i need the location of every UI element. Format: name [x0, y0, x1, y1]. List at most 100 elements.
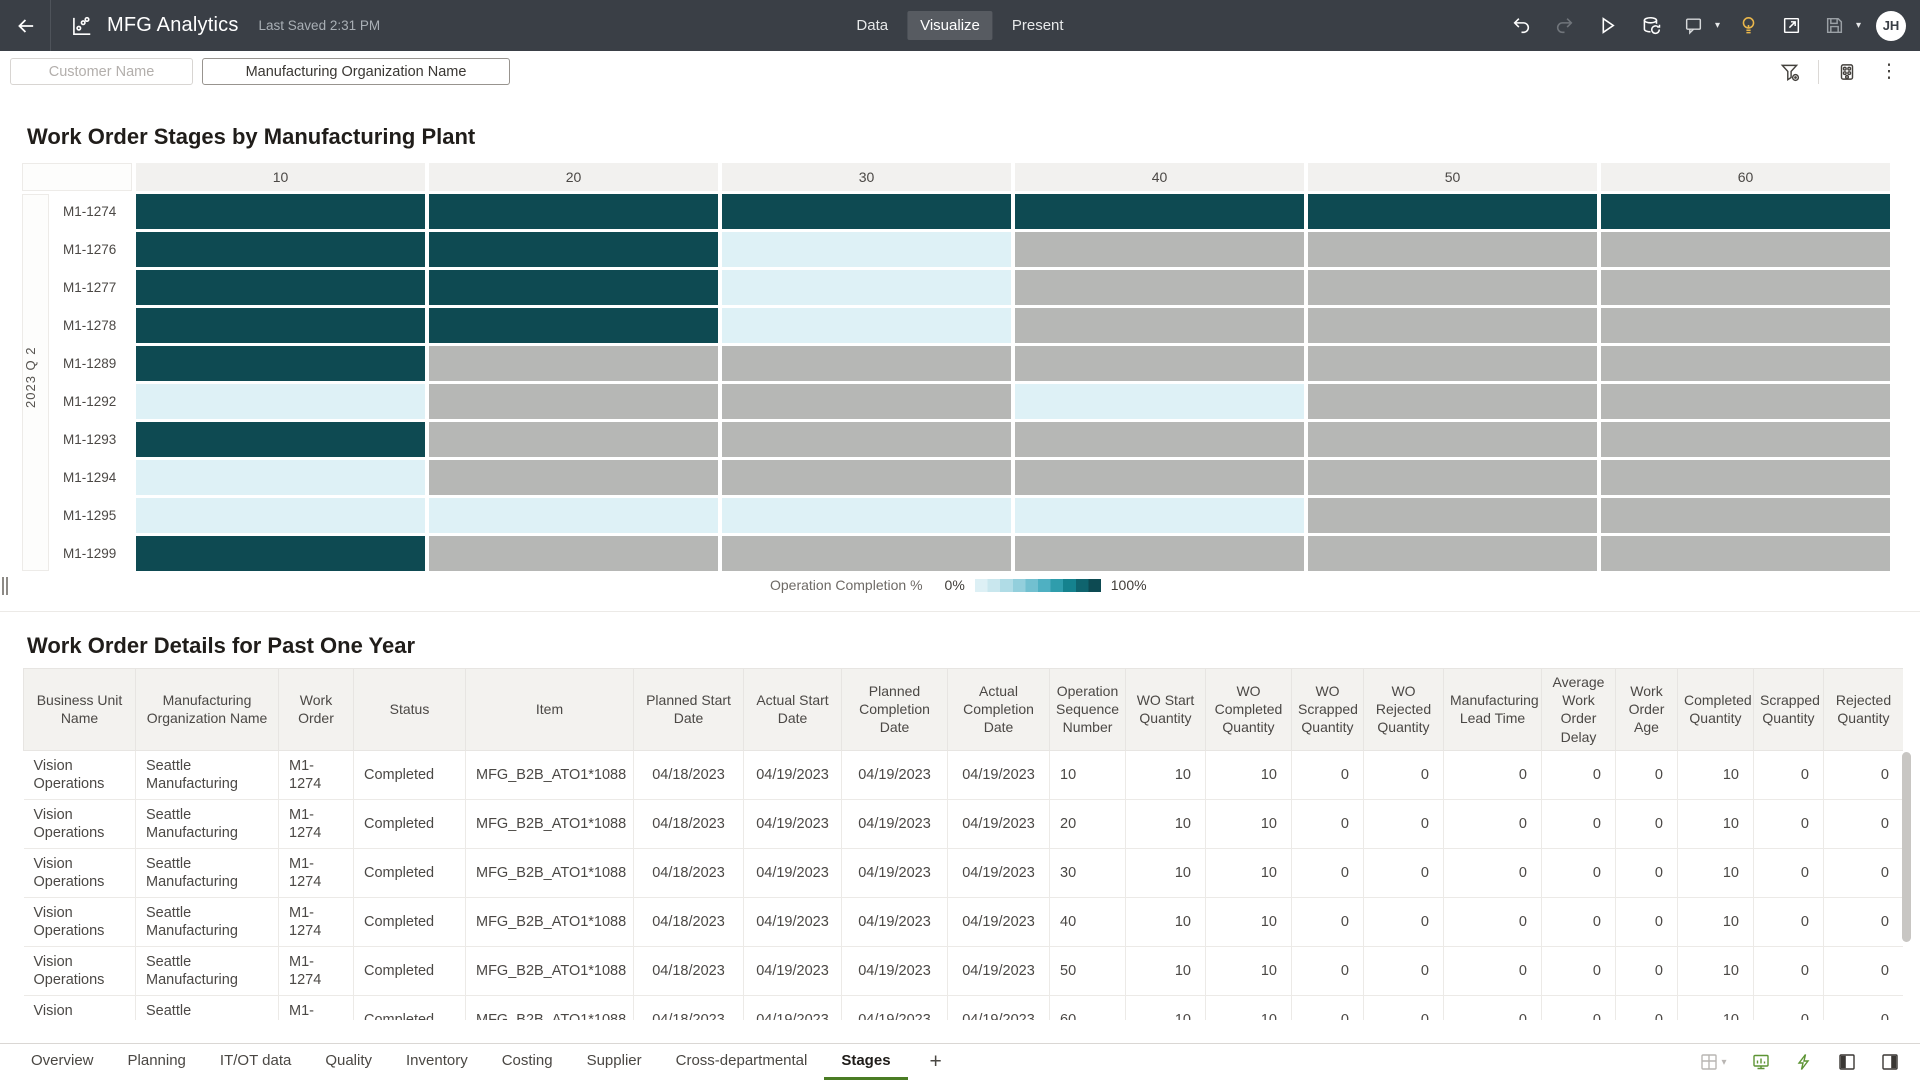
heatmap-cell[interactable]	[429, 346, 718, 381]
heatmap-cell[interactable]	[1308, 308, 1597, 343]
heatmap-cell[interactable]	[1601, 498, 1890, 533]
column-header[interactable]: Operation Sequence Number	[1049, 668, 1126, 751]
column-header[interactable]: Actual Completion Date	[947, 668, 1050, 751]
add-canvas-icon[interactable]: +	[930, 1044, 942, 1080]
filter-chip-manufacturing-organization-name[interactable]: Manufacturing Organization Name	[202, 58, 510, 85]
heatmap-cell[interactable]	[1601, 346, 1890, 381]
save-caret-icon[interactable]: ▾	[1856, 20, 1861, 31]
heatmap-cell[interactable]	[722, 422, 1011, 457]
heatmap-cell[interactable]	[429, 498, 718, 533]
column-header[interactable]: WO Rejected Quantity	[1363, 668, 1444, 751]
table-row[interactable]: Vision OperationsSeattle ManufacturingM1…	[23, 799, 1903, 849]
column-header[interactable]: Manufacturing Lead Time	[1443, 668, 1542, 751]
save-icon[interactable]	[1821, 12, 1849, 40]
canvas-layout-icon[interactable]: ▾	[1694, 1048, 1732, 1076]
heatmap-cell[interactable]	[136, 194, 425, 229]
heatmap-cell[interactable]	[136, 346, 425, 381]
column-header[interactable]: Work Order	[278, 668, 354, 751]
heatmap-cell[interactable]	[136, 422, 425, 457]
canvas-tab-inventory[interactable]: Inventory	[389, 1044, 485, 1080]
mode-tab-visualize[interactable]: Visualize	[907, 11, 993, 40]
heatmap-cell[interactable]	[1601, 308, 1890, 343]
kebab-menu-icon[interactable]: ⋮	[1875, 58, 1903, 86]
mode-tab-present[interactable]: Present	[999, 11, 1077, 40]
grammar-panel-icon[interactable]	[1833, 1048, 1861, 1076]
canvas-tab-quality[interactable]: Quality	[308, 1044, 389, 1080]
table-row[interactable]: Vision OperationsSeattle ManufacturingM1…	[23, 897, 1903, 947]
heatmap-cell[interactable]	[1015, 498, 1304, 533]
auto-insights-icon[interactable]	[1790, 1048, 1818, 1076]
heatmap-cell[interactable]	[429, 536, 718, 571]
avatar[interactable]: JH	[1876, 10, 1906, 41]
column-header[interactable]: WO Completed Quantity	[1205, 668, 1292, 751]
heatmap-cell[interactable]	[1015, 270, 1304, 305]
heatmap-cell[interactable]	[722, 270, 1011, 305]
column-header[interactable]: Business Unit Name	[23, 668, 136, 751]
column-header[interactable]: WO Scrapped Quantity	[1291, 668, 1364, 751]
column-header[interactable]: Work Order Age	[1615, 668, 1678, 751]
heatmap-cell[interactable]	[1308, 270, 1597, 305]
heatmap-cell[interactable]	[1015, 346, 1304, 381]
table-row[interactable]: Vision OperationsSeattle ManufacturingM1…	[23, 995, 1903, 1020]
column-header[interactable]: Scrapped Quantity	[1753, 668, 1824, 751]
redo-icon[interactable]	[1551, 12, 1579, 40]
canvas-tab-costing[interactable]: Costing	[485, 1044, 570, 1080]
heatmap-cell[interactable]	[1308, 384, 1597, 419]
canvas-tab-stages[interactable]: Stages	[824, 1044, 908, 1080]
heatmap-cell[interactable]	[1601, 460, 1890, 495]
heatmap-cell[interactable]	[136, 498, 425, 533]
canvas-tab-supplier[interactable]: Supplier	[570, 1044, 659, 1080]
panel-resize-handle[interactable]	[2, 577, 12, 595]
canvas-layout-caret-icon[interactable]: ▾	[1721, 1057, 1726, 1068]
heatmap-cell[interactable]	[136, 308, 425, 343]
canvas-tab-planning[interactable]: Planning	[111, 1044, 203, 1080]
heatmap-cell[interactable]	[429, 270, 718, 305]
heatmap-cell[interactable]	[136, 232, 425, 267]
heatmap-cell[interactable]	[1601, 194, 1890, 229]
heatmap-cell[interactable]	[722, 460, 1011, 495]
heatmap-cell[interactable]	[1308, 346, 1597, 381]
heatmap-cell[interactable]	[1015, 384, 1304, 419]
heatmap-cell[interactable]	[136, 536, 425, 571]
heatmap-cell[interactable]	[429, 232, 718, 267]
export-icon[interactable]	[1778, 12, 1806, 40]
column-header[interactable]: Average Work Order Delay	[1541, 668, 1616, 751]
table-row[interactable]: Vision OperationsSeattle ManufacturingM1…	[23, 946, 1903, 996]
column-header[interactable]: WO Start Quantity	[1125, 668, 1206, 751]
heatmap-cell[interactable]	[1601, 384, 1890, 419]
heatmap-cell[interactable]	[722, 498, 1011, 533]
heatmap-cell[interactable]	[1015, 232, 1304, 267]
heatmap-cell[interactable]	[1308, 422, 1597, 457]
comments-icon[interactable]	[1680, 12, 1708, 40]
undo-icon[interactable]	[1508, 12, 1536, 40]
heatmap-cell[interactable]	[1601, 232, 1890, 267]
heatmap-cell[interactable]	[1015, 460, 1304, 495]
canvas-tab-cross-departmental[interactable]: Cross-departmental	[659, 1044, 825, 1080]
column-header[interactable]: Rejected Quantity	[1823, 668, 1903, 751]
column-header[interactable]: Actual Start Date	[743, 668, 842, 751]
heatmap-cell[interactable]	[1308, 460, 1597, 495]
canvas-settings-icon[interactable]	[1833, 58, 1861, 86]
heatmap-cell[interactable]	[722, 232, 1011, 267]
heatmap-cell[interactable]	[429, 308, 718, 343]
heatmap-cell[interactable]	[1308, 232, 1597, 267]
heatmap-cell[interactable]	[136, 460, 425, 495]
heatmap-cell[interactable]	[722, 308, 1011, 343]
column-header[interactable]: Item	[465, 668, 634, 751]
filter-chip-customer-name[interactable]: Customer Name	[10, 58, 193, 85]
visualizations-icon[interactable]	[1747, 1048, 1775, 1076]
heatmap-cell[interactable]	[429, 384, 718, 419]
filter-settings-icon[interactable]	[1776, 58, 1804, 86]
heatmap-cell[interactable]	[1601, 270, 1890, 305]
heatmap-cell[interactable]	[136, 270, 425, 305]
canvas-tab-it-ot-data[interactable]: IT/OT data	[203, 1044, 308, 1080]
heatmap-cell[interactable]	[1601, 536, 1890, 571]
heatmap-cell[interactable]	[1015, 308, 1304, 343]
mode-tab-data[interactable]: Data	[843, 11, 901, 40]
heatmap-cell[interactable]	[1308, 536, 1597, 571]
table-row[interactable]: Vision OperationsSeattle ManufacturingM1…	[23, 750, 1903, 800]
table-row[interactable]: Vision OperationsSeattle ManufacturingM1…	[23, 848, 1903, 898]
comments-caret-icon[interactable]: ▾	[1715, 20, 1720, 31]
column-header[interactable]: Completed Quantity	[1677, 668, 1754, 751]
canvas-tab-overview[interactable]: Overview	[14, 1044, 111, 1080]
